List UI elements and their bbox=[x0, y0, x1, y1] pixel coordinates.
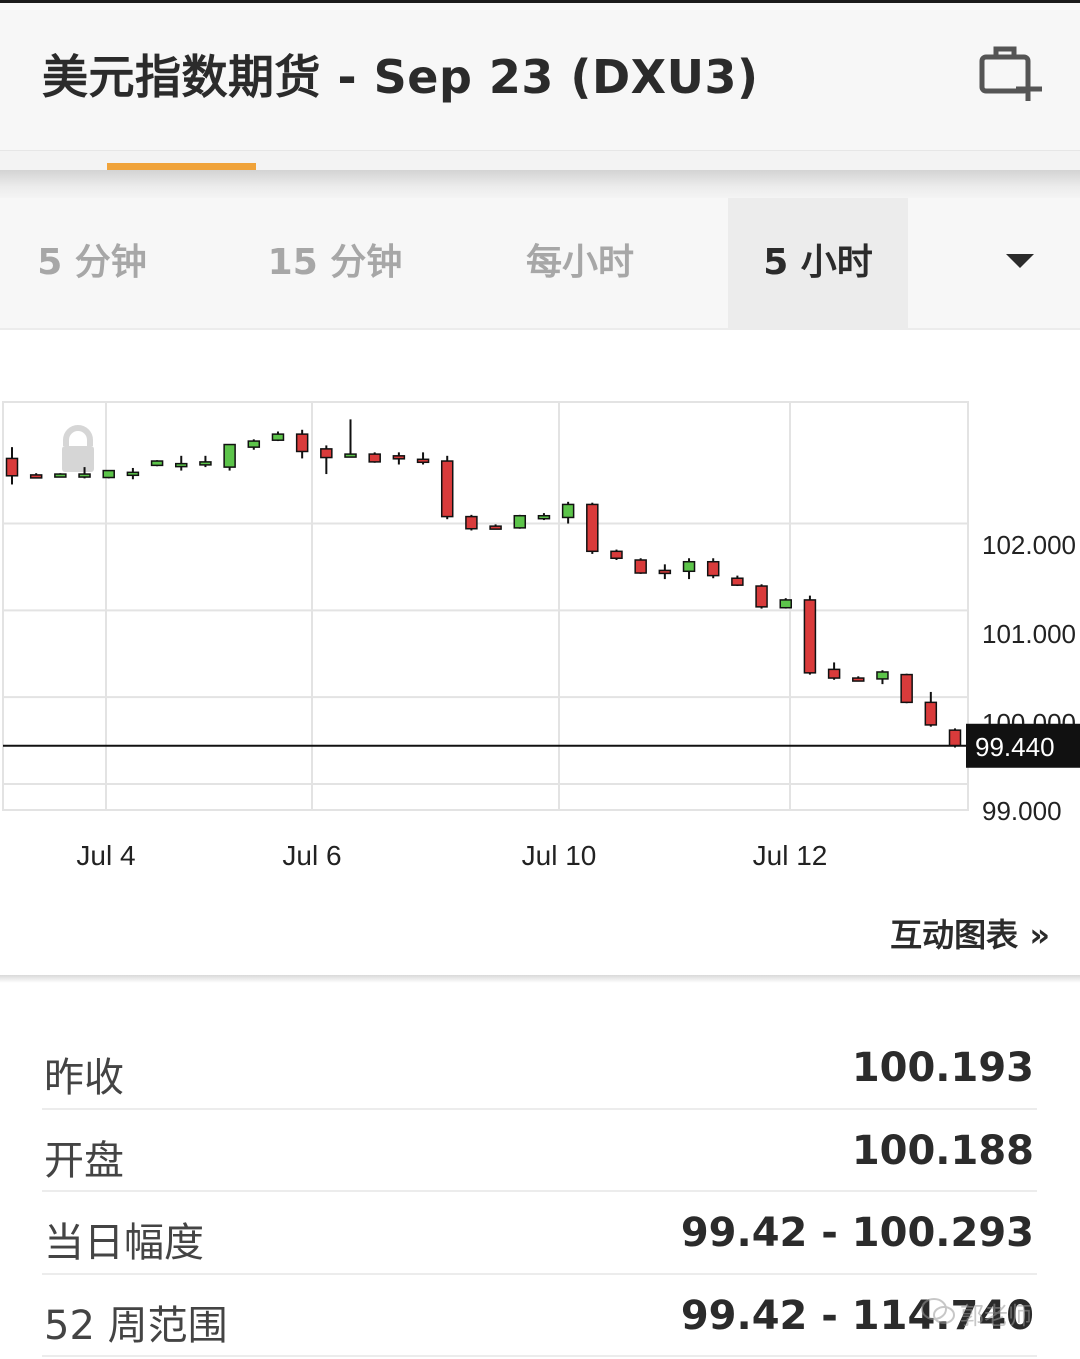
candle-body bbox=[175, 462, 188, 468]
candle-body bbox=[537, 514, 551, 520]
stat-value: 100.188 bbox=[851, 1127, 1034, 1174]
candle-body bbox=[150, 460, 164, 467]
candle-body bbox=[392, 455, 406, 460]
candle-body bbox=[102, 469, 115, 479]
timeframe-tabs: 5 分钟 15 分钟 每小时 5 小时 bbox=[0, 198, 1080, 330]
tab-hourly[interactable]: 每小时 bbox=[500, 198, 660, 328]
stat-row-day-range: 当日幅度 99.42 - 100.293 bbox=[42, 1192, 1037, 1275]
candle-body bbox=[682, 560, 696, 573]
candle-body bbox=[924, 701, 938, 726]
tab-5min[interactable]: 5 分钟 bbox=[22, 198, 162, 328]
candle-body bbox=[78, 473, 91, 478]
candle-body bbox=[948, 729, 962, 747]
candle-body bbox=[706, 560, 720, 577]
candlestick-chart: 102.000101.000100.00099.000Jul 4 Jul 6 Jul… bbox=[2, 401, 1080, 871]
stat-row-open: 开盘 100.188 bbox=[42, 1110, 1037, 1192]
portfolio-add-icon[interactable] bbox=[976, 41, 1050, 105]
candle-body bbox=[658, 569, 672, 575]
candle-body bbox=[610, 550, 623, 560]
stat-label: 开盘 bbox=[44, 1137, 124, 1184]
candle-body bbox=[779, 599, 792, 609]
stats-table: 昨收 100.193 开盘 100.188 当日幅度 99.42 - 100.2… bbox=[42, 1027, 1037, 1357]
candle-body bbox=[126, 471, 140, 477]
stat-label: 昨收 bbox=[44, 1055, 124, 1101]
candle-body bbox=[5, 457, 19, 477]
candle-body bbox=[54, 473, 67, 478]
watermark: 郭老师 bbox=[920, 1296, 1050, 1330]
last-price-label: 99.440 bbox=[975, 732, 1055, 762]
candle-body bbox=[29, 474, 43, 479]
candle-body bbox=[295, 433, 309, 453]
candle-body bbox=[561, 503, 575, 519]
candle-body bbox=[199, 461, 212, 466]
stat-row-52wk-range: 52 周范围 99.42 - 114.740 bbox=[42, 1275, 1037, 1357]
page-header: 美元指数期货 - Sep 23 (DXU3) bbox=[0, 3, 1080, 150]
x-tick-label: Jul 12 bbox=[753, 840, 828, 871]
interactive-chart-link[interactable]: 互动图表 » bbox=[890, 910, 1050, 956]
tab-5hour[interactable]: 5 小时 bbox=[728, 198, 908, 328]
chart-shadow bbox=[0, 975, 1080, 983]
candle-body bbox=[344, 453, 357, 458]
candle-body bbox=[803, 599, 817, 674]
price-chart: 102.000 101.000 100.000 99.000 Jul 4 Jul 6 Jul… bbox=[0, 332, 1080, 977]
y-tick-label: 101.000 bbox=[982, 619, 1076, 649]
candle-body bbox=[755, 585, 768, 608]
watermark-text: 郭老师 bbox=[960, 1302, 1032, 1330]
candle-body bbox=[223, 443, 236, 468]
candle-body bbox=[827, 668, 841, 679]
sub-navigation bbox=[0, 150, 1080, 171]
stat-value: 100.193 bbox=[851, 1045, 1034, 1091]
candle-body bbox=[634, 559, 647, 574]
candle-body bbox=[489, 525, 502, 530]
candle-body bbox=[513, 514, 527, 529]
candle-body bbox=[416, 458, 430, 464]
wechat-icon bbox=[921, 1298, 955, 1324]
candle-body bbox=[900, 673, 913, 704]
page-title: 美元指数期货 - Sep 23 (DXU3) bbox=[42, 50, 759, 104]
candle-body bbox=[320, 448, 333, 459]
stat-value: 99.42 - 100.293 bbox=[680, 1210, 1034, 1256]
candle-body bbox=[731, 577, 744, 586]
candle-body bbox=[852, 677, 865, 682]
lock-icon-body bbox=[62, 446, 94, 472]
y-tick-label: 102.000 bbox=[982, 530, 1076, 560]
candle-body bbox=[876, 671, 889, 680]
tab-15min[interactable]: 15 分钟 bbox=[250, 198, 420, 328]
candle-body bbox=[440, 460, 454, 518]
stat-label: 52 周范围 bbox=[44, 1302, 228, 1349]
y-tick-label: 99.000 bbox=[982, 796, 1062, 826]
candle-body bbox=[247, 440, 261, 448]
x-tick-label: Jul 6 bbox=[282, 840, 341, 871]
stat-row-prev-close: 昨收 100.193 bbox=[42, 1027, 1037, 1110]
shadow-separator bbox=[0, 170, 1080, 198]
x-tick-label: Jul 10 bbox=[522, 840, 597, 871]
plot-area bbox=[2, 401, 969, 811]
stat-label: 当日幅度 bbox=[44, 1220, 204, 1266]
candle-body bbox=[271, 433, 285, 441]
candle-body bbox=[465, 515, 478, 530]
candle-body bbox=[586, 503, 599, 553]
candle-body bbox=[368, 453, 381, 463]
x-tick-label: Jul 4 bbox=[76, 840, 135, 871]
caret-down-icon[interactable] bbox=[990, 198, 1050, 328]
